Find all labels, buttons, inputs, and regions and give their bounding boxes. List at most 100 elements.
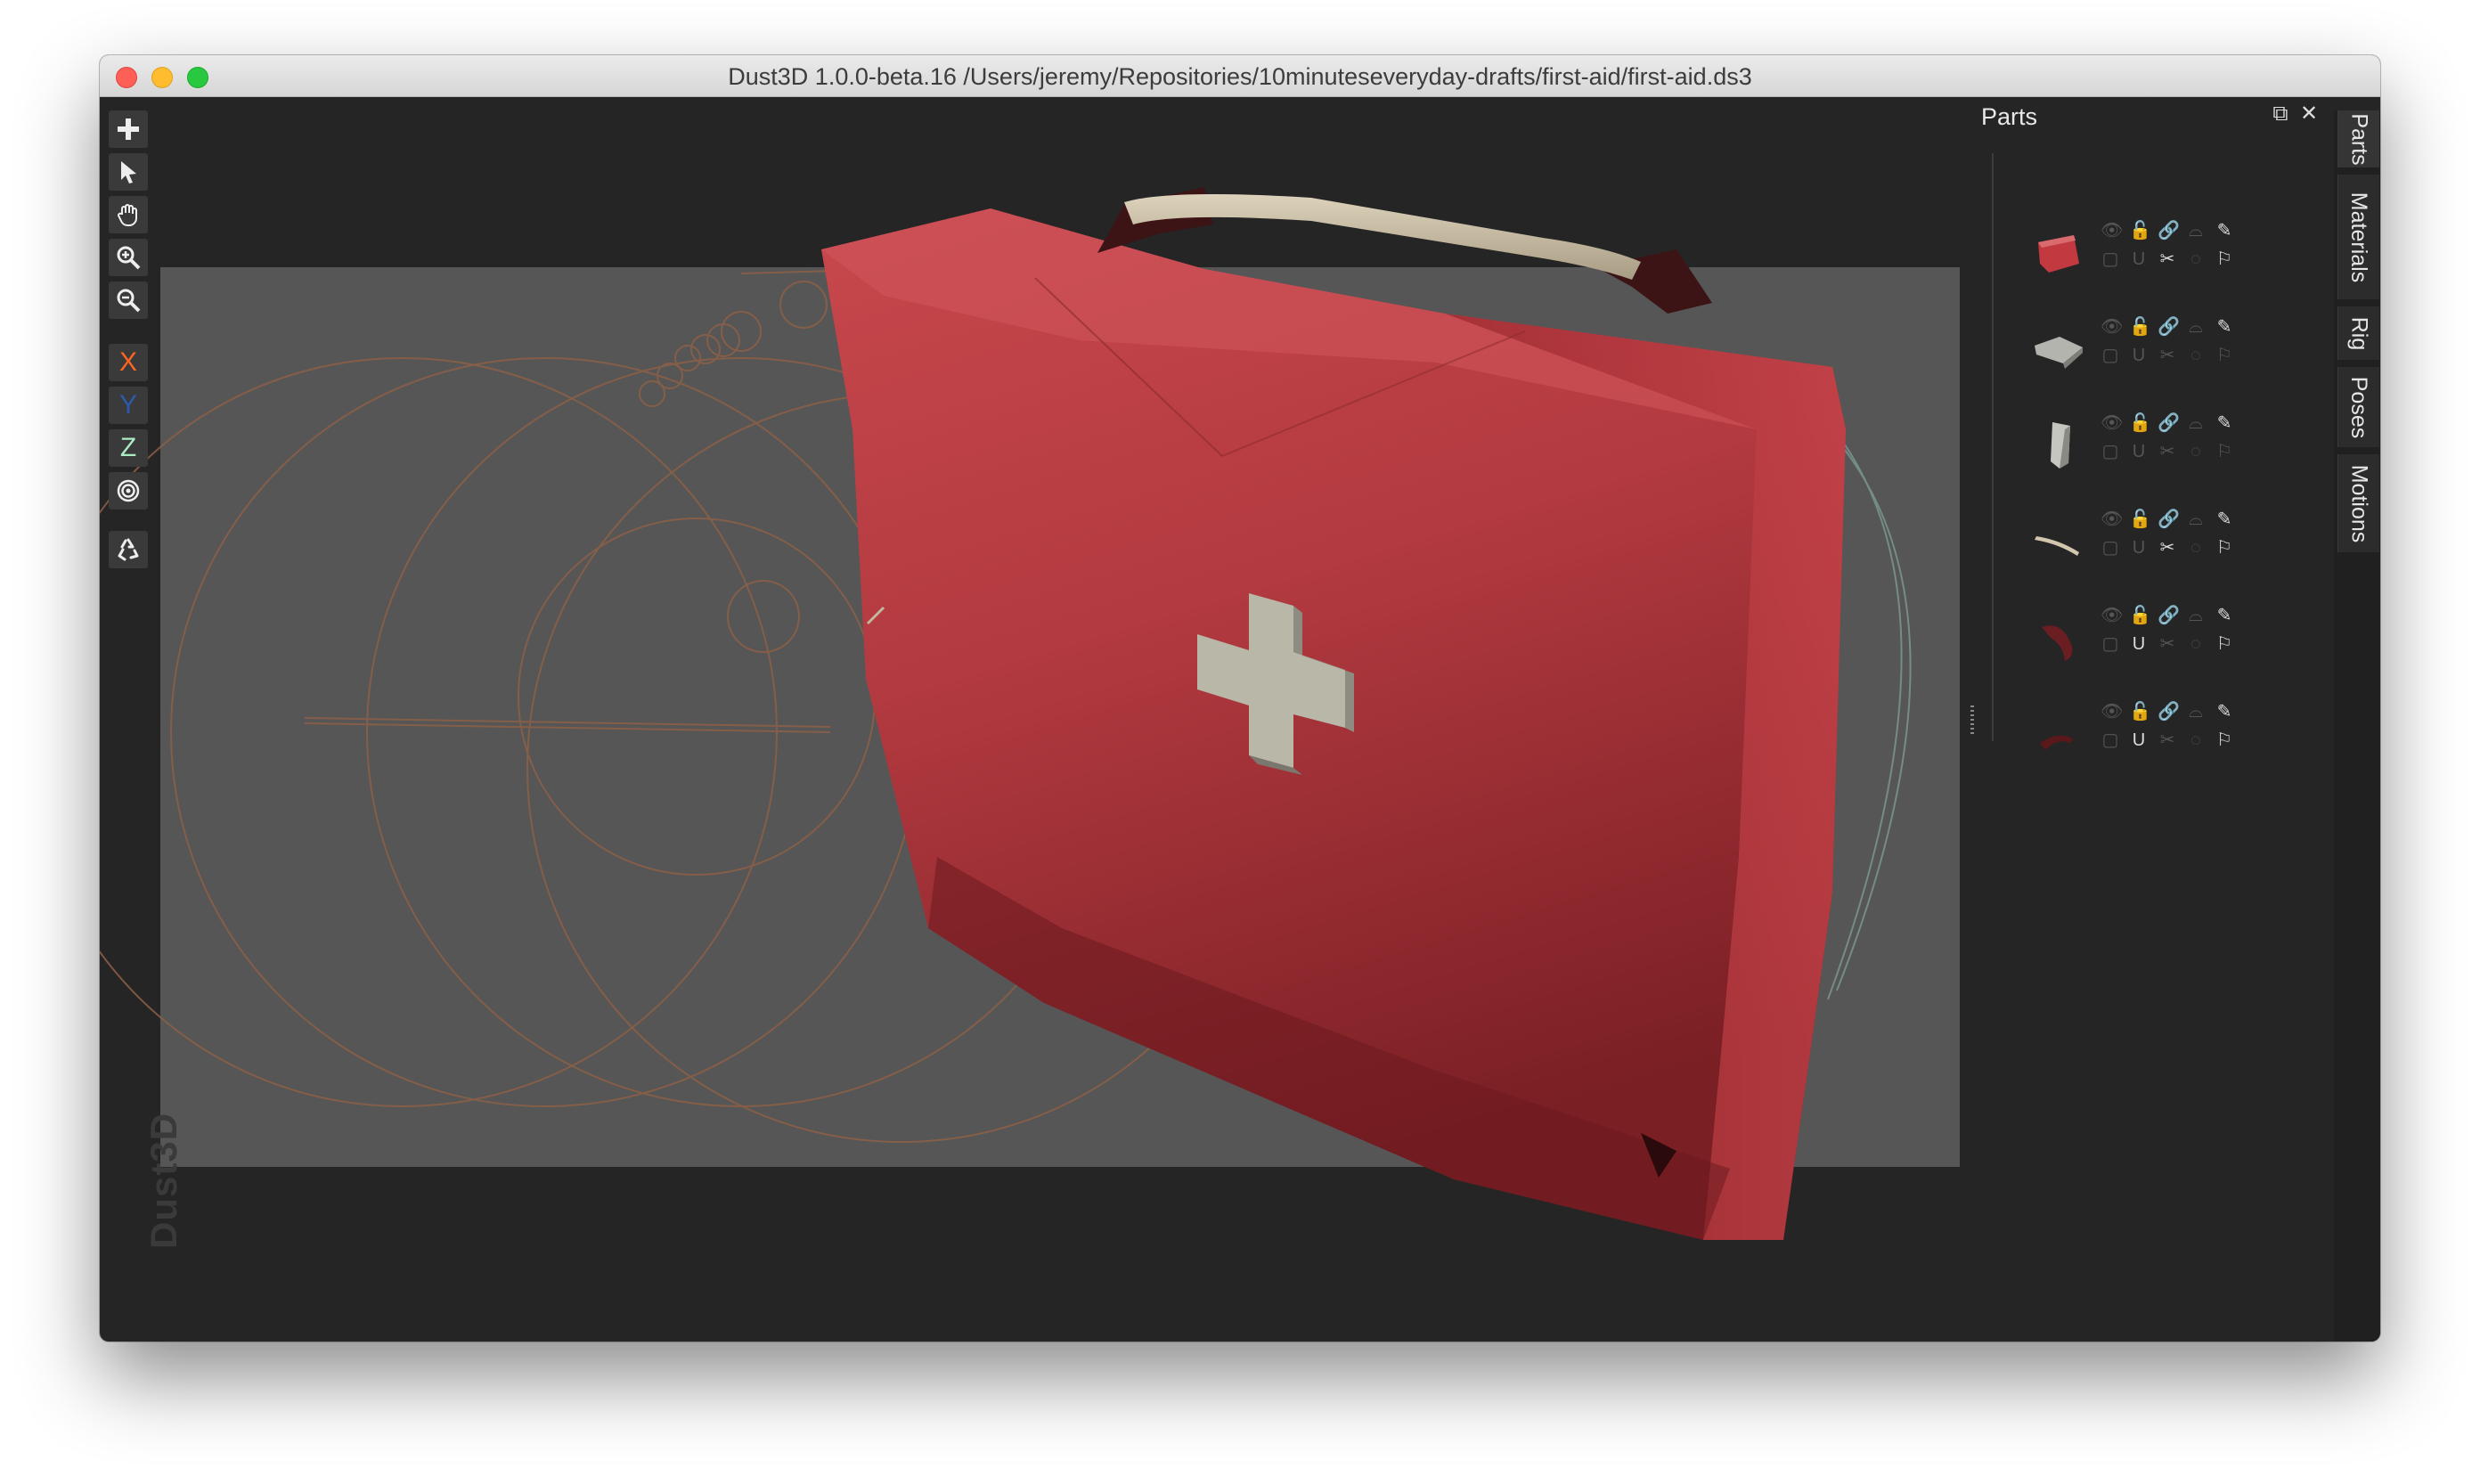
lock-icon[interactable]: 🔓 — [2129, 413, 2151, 433]
zoom-out-icon[interactable] — [109, 281, 148, 319]
magnet-icon[interactable]: U — [2129, 346, 2149, 365]
magnet-icon[interactable]: U — [2129, 538, 2149, 558]
select-icon[interactable] — [109, 153, 148, 191]
zoom-in-icon[interactable] — [109, 239, 148, 276]
disable-checkbox[interactable]: ▢ — [2101, 249, 2120, 269]
panel-splitter-handle[interactable] — [1970, 705, 1974, 736]
link-icon[interactable]: 🔗 — [2158, 317, 2180, 337]
part-thumbnail[interactable] — [2024, 506, 2095, 577]
visibility-icon[interactable]: 👁 — [2101, 702, 2123, 722]
visibility-icon[interactable]: 👁 — [2101, 413, 2123, 433]
part-thumbnail[interactable] — [2024, 698, 2095, 770]
lock-icon[interactable]: 🔓 — [2129, 702, 2151, 722]
part-row[interactable]: 👁 🔓 🔗 ⌓ ✎ ▢ U ✂ ◌ ⚐ — [2024, 693, 2247, 779]
link-icon[interactable]: 🔗 — [2158, 510, 2180, 529]
chamfer-icon[interactable]: ⚐ — [2215, 634, 2234, 654]
part-thumbnail[interactable] — [2024, 217, 2095, 289]
disable-checkbox[interactable]: ▢ — [2101, 730, 2120, 750]
dock-tabs: Parts Materials Rig Poses Motions — [2334, 110, 2380, 1341]
z-axis-lock-button[interactable]: Z — [109, 429, 148, 467]
chamfer-icon[interactable]: ⚐ — [2215, 249, 2234, 269]
part-row[interactable]: 👁 🔓 🔗 ⌓ ✎ ▢ U ✂ ◌ ⚐ — [2024, 597, 2247, 682]
color-picker-icon[interactable]: ✎ — [2215, 221, 2234, 241]
part-row[interactable]: 👁 🔓 🔗 ⌓ ✎ ▢ U ✂ ◌ ⚐ — [2024, 404, 2247, 490]
rotation-icon[interactable]: ◌ — [2186, 346, 2206, 365]
cut-icon[interactable]: ✂ — [2158, 538, 2177, 558]
chamfer-icon[interactable]: ⚐ — [2215, 730, 2234, 750]
color-picker-icon[interactable]: ✎ — [2215, 510, 2234, 529]
tab-poses-label: Poses — [2346, 376, 2372, 438]
magnet-icon[interactable]: U — [2129, 249, 2149, 269]
mirror-icon[interactable]: ⌓ — [2186, 413, 2206, 433]
part-thumbnail[interactable] — [2024, 602, 2095, 673]
part-row[interactable]: 👁 🔓 🔗 ⌓ ✎ ▢ U ✂ ◌ ⚐ — [2024, 501, 2247, 586]
color-picker-icon[interactable]: ✎ — [2215, 317, 2234, 337]
color-picker-icon[interactable]: ✎ — [2215, 413, 2234, 433]
close-icon[interactable]: ✕ — [2296, 102, 2321, 126]
dust3d-watermark: Dust3D — [143, 1112, 184, 1249]
link-icon[interactable]: 🔗 — [2158, 413, 2180, 433]
link-icon[interactable]: 🔗 — [2158, 606, 2180, 625]
mirror-icon[interactable]: ⌓ — [2186, 606, 2206, 625]
tab-materials[interactable]: Materials — [2337, 175, 2379, 299]
disable-checkbox[interactable]: ▢ — [2101, 538, 2120, 558]
disable-checkbox[interactable]: ▢ — [2101, 346, 2120, 365]
radius-target-icon[interactable] — [109, 472, 148, 510]
lock-icon[interactable]: 🔓 — [2129, 606, 2151, 625]
tab-poses[interactable]: Poses — [2337, 367, 2379, 447]
cut-icon[interactable]: ✂ — [2158, 346, 2177, 365]
tab-rig[interactable]: Rig — [2337, 306, 2379, 360]
color-picker-icon[interactable]: ✎ — [2215, 702, 2234, 722]
link-icon[interactable]: 🔗 — [2158, 221, 2180, 241]
lock-icon[interactable]: 🔓 — [2129, 510, 2151, 529]
cut-icon[interactable]: ✂ — [2158, 634, 2177, 654]
rotation-icon[interactable]: ◌ — [2186, 538, 2206, 558]
magnet-icon[interactable]: U — [2129, 634, 2149, 654]
rotation-icon[interactable]: ◌ — [2186, 249, 2206, 269]
recycle-icon[interactable] — [109, 531, 148, 568]
chamfer-icon[interactable]: ⚐ — [2215, 538, 2234, 558]
tab-materials-label: Materials — [2346, 192, 2372, 282]
lock-icon[interactable]: 🔓 — [2129, 317, 2151, 337]
first-aid-kit-model[interactable] — [821, 187, 1846, 1240]
cut-icon[interactable]: ✂ — [2158, 442, 2177, 461]
rotation-icon[interactable]: ◌ — [2186, 442, 2206, 461]
disable-checkbox[interactable]: ▢ — [2101, 634, 2120, 654]
tab-motions[interactable]: Motions — [2337, 454, 2379, 552]
pan-hand-icon[interactable] — [109, 196, 148, 233]
visibility-icon[interactable]: 👁 — [2101, 510, 2123, 529]
x-axis-lock-button[interactable]: X — [109, 344, 148, 381]
parts-panel-title: Parts — [1981, 103, 2038, 130]
disable-checkbox[interactable]: ▢ — [2101, 442, 2120, 461]
visibility-icon[interactable]: 👁 — [2101, 317, 2123, 337]
rotation-icon[interactable]: ◌ — [2186, 634, 2206, 654]
mirror-icon[interactable]: ⌓ — [2186, 221, 2206, 241]
parts-tree-line — [1992, 153, 1994, 741]
magnet-icon[interactable]: U — [2129, 442, 2149, 461]
chamfer-icon[interactable]: ⚐ — [2215, 346, 2234, 365]
tab-parts[interactable]: Parts — [2337, 110, 2379, 167]
y-axis-lock-button[interactable]: Y — [109, 387, 148, 424]
part-row[interactable]: 👁 🔓 🔗 ⌓ ✎ ▢ U ✂ ◌ ⚐ — [2024, 212, 2247, 298]
link-icon[interactable]: 🔗 — [2158, 702, 2180, 722]
cut-icon[interactable]: ✂ — [2158, 249, 2177, 269]
float-window-icon[interactable]: ⧉ — [2268, 102, 2293, 126]
visibility-icon[interactable]: 👁 — [2101, 606, 2123, 625]
z-axis-label: Z — [119, 433, 137, 462]
rotation-icon[interactable]: ◌ — [2186, 730, 2206, 750]
mirror-icon[interactable]: ⌓ — [2186, 510, 2206, 529]
color-picker-icon[interactable]: ✎ — [2215, 606, 2234, 625]
app-window: Dust3D 1.0.0-beta.16 /Users/jeremy/Repos… — [100, 55, 2380, 1341]
mirror-icon[interactable]: ⌓ — [2186, 702, 2206, 722]
mirror-icon[interactable]: ⌓ — [2186, 317, 2206, 337]
part-thumbnail[interactable] — [2024, 410, 2095, 481]
part-thumbnail[interactable] — [2024, 314, 2095, 385]
tab-parts-label: Parts — [2346, 112, 2372, 166]
add-icon[interactable] — [109, 110, 148, 148]
part-row[interactable]: 👁 🔓 🔗 ⌓ ✎ ▢ U ✂ ◌ ⚐ — [2024, 308, 2247, 394]
visibility-icon[interactable]: 👁 — [2101, 221, 2123, 241]
magnet-icon[interactable]: U — [2129, 730, 2149, 750]
cut-icon[interactable]: ✂ — [2158, 730, 2177, 750]
lock-icon[interactable]: 🔓 — [2129, 221, 2151, 241]
chamfer-icon[interactable]: ⚐ — [2215, 442, 2234, 461]
